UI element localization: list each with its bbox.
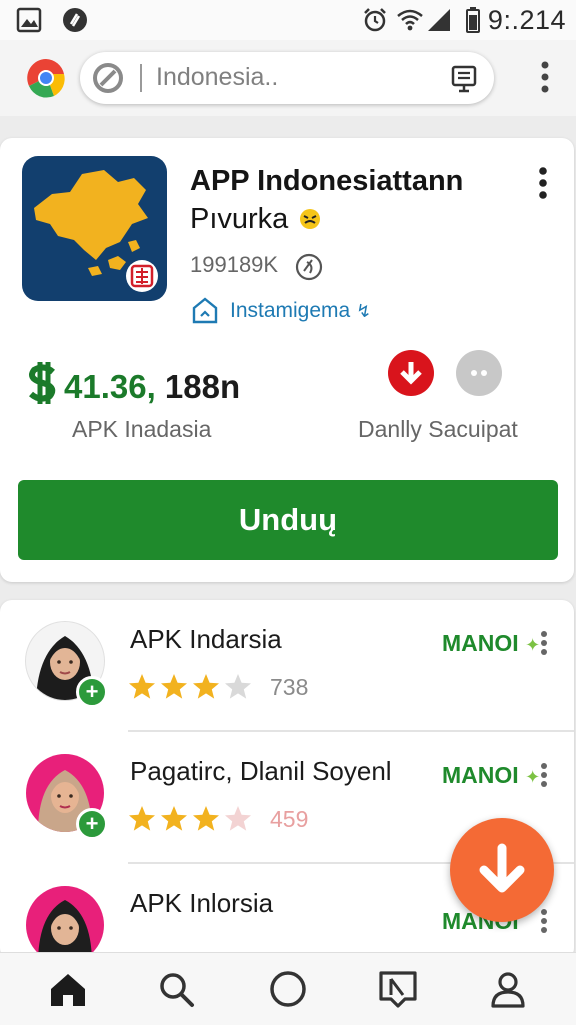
map-icon (34, 170, 158, 292)
rating-count: 459 (270, 806, 309, 832)
home-icon[interactable] (48, 969, 88, 1009)
chrome-icon[interactable] (24, 56, 68, 100)
price-value: 41.36, (64, 368, 156, 405)
more-horiz-icon (471, 370, 487, 376)
item-name: APK Inlorsia (130, 888, 274, 918)
download-count: 199189K (190, 252, 279, 277)
item-badge: MANOI ✦ (442, 762, 541, 788)
sync-icon (63, 8, 87, 32)
circle-icon[interactable] (268, 969, 308, 1009)
url-separator (140, 64, 142, 92)
browser-toolbar: Indonesia.. (0, 40, 576, 116)
item-name: APK Indarsia (130, 624, 282, 654)
rating-count: 738 (270, 674, 309, 700)
app-title-line2: Pıvurka (190, 203, 289, 235)
app-title: APP Indonesiattann Pıvurka (190, 162, 510, 238)
currency-icon (26, 360, 58, 414)
signal-icon (428, 9, 450, 31)
status-time: 9:.214 (487, 5, 566, 35)
reader-mode-icon[interactable] (450, 63, 478, 93)
gallery-icon (16, 7, 42, 33)
price: 41.36, 188n (26, 360, 240, 414)
list-item[interactable]: + APK Indarsia 738 MANOI ✦ (0, 600, 574, 732)
arrow-down-icon (400, 362, 422, 385)
price-label: APK Inadasia (72, 416, 212, 442)
add-icon[interactable]: + (76, 676, 108, 708)
download-circle-button[interactable] (388, 350, 434, 396)
item-name: Pagatirc, Dlanil Soyenl (130, 756, 392, 786)
sparkle-icon: ✦ (525, 635, 541, 655)
search-icon[interactable] (156, 969, 196, 1009)
rating-stars (129, 806, 251, 831)
avatar (26, 886, 104, 960)
url-text[interactable]: Indonesia.. (156, 63, 278, 92)
more-vert-icon[interactable] (540, 60, 550, 94)
app-card: APP Indonesiattann Pıvurka 199189K Insta… (0, 138, 574, 582)
download-button[interactable]: Unduų (18, 480, 558, 560)
install-icon (192, 297, 218, 324)
wifi-icon (397, 9, 423, 31)
verified-icon (295, 253, 323, 281)
floating-download-button[interactable] (450, 818, 554, 922)
price-suffix: 188n (164, 368, 241, 405)
app-title-line1: APP Indonesiattann (190, 165, 464, 197)
url-bar[interactable]: Indonesia.. (80, 52, 494, 104)
download-arrow-icon (479, 843, 525, 893)
sparkle-icon: ✦ (525, 767, 541, 787)
item-badge: MANOI ✦ (442, 630, 541, 656)
rating-stars (129, 674, 251, 699)
app-more-icon[interactable] (538, 166, 548, 200)
library-icon[interactable] (378, 969, 418, 1009)
daily-label: Danlly Sacuipat (358, 416, 518, 442)
add-icon[interactable]: + (76, 808, 108, 840)
app-icon (22, 156, 167, 301)
item-more-icon[interactable] (539, 630, 549, 656)
install-text: Instamigema (230, 299, 351, 322)
install-arrow-icon: ↯ (356, 301, 372, 321)
alarm-icon (364, 8, 386, 32)
bottom-navigation (0, 952, 576, 1025)
more-circle-button[interactable] (456, 350, 502, 396)
status-bar: 9:.214 (0, 0, 576, 40)
install-link[interactable]: Instamigema ↯ (190, 296, 371, 331)
item-more-icon[interactable] (539, 762, 549, 788)
profile-icon[interactable] (488, 969, 528, 1009)
blocked-icon (93, 63, 123, 93)
emoji-icon (300, 209, 321, 229)
battery-icon (466, 7, 480, 33)
